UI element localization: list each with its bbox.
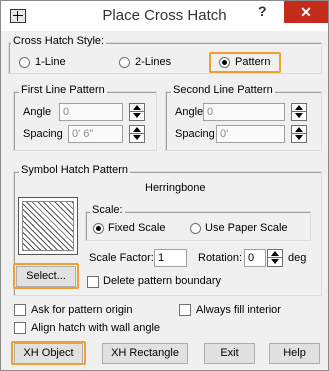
herringbone-pattern-icon — [22, 201, 74, 251]
second-spacing-label: Spacing — [175, 128, 215, 140]
align-wall-checkbox[interactable] — [14, 322, 26, 334]
title-bar: Place Cross Hatch ? ✕ — [1, 1, 328, 31]
fixed-scale-label: Fixed Scale — [108, 222, 166, 234]
pattern-preview — [18, 197, 78, 255]
second-spacing-field[interactable]: 0' — [216, 125, 285, 143]
radio-paper-scale[interactable] — [190, 223, 201, 234]
second-angle-stepper[interactable] — [291, 103, 307, 121]
first-spacing-label: Spacing — [23, 128, 63, 140]
rotation-label: Rotation: — [198, 252, 243, 264]
radio-pattern[interactable] — [219, 57, 230, 68]
radio-1-line[interactable] — [19, 57, 30, 68]
first-line-label: First Line Pattern — [19, 84, 107, 96]
symbol-group-label: Symbol Hatch Pattern — [19, 164, 130, 176]
radio-1-line-label: 1-Line — [35, 56, 66, 68]
ask-origin-label: Ask for pattern origin — [31, 304, 133, 316]
first-spacing-stepper[interactable] — [129, 125, 145, 143]
first-spacing-field[interactable]: 0' 6" — [68, 125, 123, 143]
xh-rectangle-button[interactable]: XH Rectangle — [102, 343, 188, 364]
radio-2-lines[interactable] — [119, 57, 130, 68]
paper-scale-label: Use Paper Scale — [205, 222, 288, 234]
style-group-label: Cross Hatch Style: — [11, 35, 107, 47]
place-cross-hatch-dialog: Place Cross Hatch ? ✕ Cross Hatch Style:… — [0, 0, 329, 371]
radio-2-lines-label: 2-Lines — [135, 56, 172, 68]
second-spacing-stepper[interactable] — [291, 125, 307, 143]
delete-boundary-label: Delete pattern boundary — [103, 275, 222, 287]
window-title: Place Cross Hatch — [102, 7, 227, 24]
scale-factor-label: Scale Factor: — [89, 252, 154, 264]
first-angle-label: Angle — [23, 106, 52, 118]
help-icon[interactable]: ? — [258, 3, 267, 19]
help-button[interactable]: Help — [269, 343, 320, 364]
select-button[interactable]: Select... — [16, 266, 76, 287]
align-wall-label: Align hatch with wall angle — [31, 322, 161, 334]
pattern-name: Herringbone — [145, 182, 206, 194]
rotation-field[interactable]: 0 — [244, 249, 266, 267]
first-angle-field[interactable]: 0 — [59, 103, 123, 121]
second-line-label: Second Line Pattern — [171, 84, 275, 96]
rotation-stepper[interactable] — [267, 249, 283, 267]
radio-fixed-scale[interactable] — [93, 223, 104, 234]
scale-label: Scale: — [90, 204, 125, 216]
ask-origin-checkbox[interactable] — [14, 304, 26, 316]
first-angle-stepper[interactable] — [129, 103, 145, 121]
always-fill-label: Always fill interior — [196, 304, 281, 316]
second-angle-field[interactable]: 0 — [203, 103, 285, 121]
always-fill-checkbox[interactable] — [179, 304, 191, 316]
second-angle-label: Angle — [175, 106, 204, 118]
xh-object-button[interactable]: XH Object — [14, 343, 83, 364]
close-button[interactable]: ✕ — [284, 1, 328, 23]
radio-pattern-label: Pattern — [235, 56, 271, 68]
scale-factor-field[interactable]: 1 — [154, 249, 187, 267]
delete-boundary-checkbox[interactable] — [87, 276, 99, 288]
deg-label: deg — [288, 252, 307, 264]
exit-button[interactable]: Exit — [204, 343, 255, 364]
